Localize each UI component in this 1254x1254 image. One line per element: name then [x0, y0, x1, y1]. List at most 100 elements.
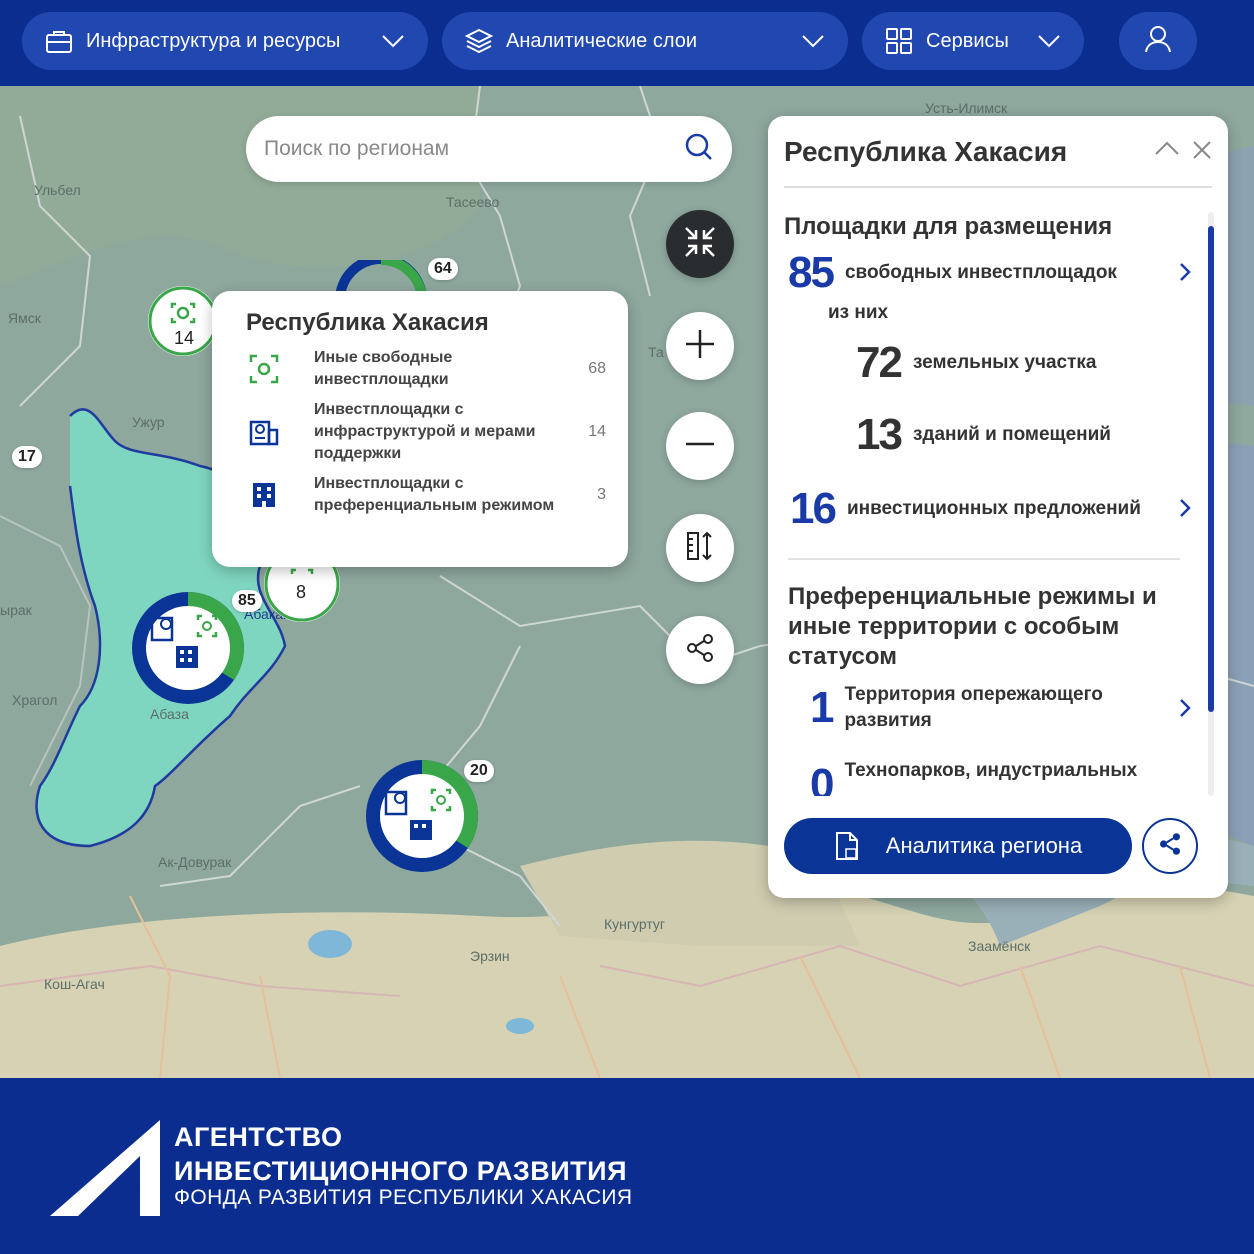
chevron-down-icon [1036, 28, 1062, 54]
document-chart-icon [834, 831, 860, 861]
panel-scroll-area[interactable]: Площадки для размещения 85 свободных инв… [784, 212, 1212, 796]
infrastructure-menu-button[interactable]: Инфраструктура и ресурсы [22, 12, 428, 70]
zoom-out-button[interactable] [666, 412, 734, 480]
collapse-map-button[interactable] [666, 210, 734, 278]
technoparks-count: 0 [810, 760, 835, 796]
cluster-count-badge[interactable]: 17 [12, 446, 42, 468]
chevron-right-icon [1178, 498, 1198, 518]
plus-icon [684, 328, 716, 365]
search-icon[interactable] [684, 132, 714, 167]
tooltip-row-count: 14 [588, 423, 606, 440]
free-sites-label: свободных инвестплощадок [844, 262, 1117, 283]
tooltip-row-label: Иные свободные инвестплощадки [314, 349, 453, 388]
user-icon [1143, 24, 1173, 59]
agency-logo-icon [50, 1120, 166, 1223]
map-canvas[interactable]: Усть-Илимск Тасеево Ямск Ульбел Ужур ыра… [0, 86, 1254, 1078]
tooltip-row-label: Инвестплощадки с преференциальным режимо… [314, 475, 555, 514]
layers-icon [464, 26, 494, 56]
map-label: Кош-Агач [44, 976, 105, 992]
tooltip-row-count: 68 [588, 360, 606, 377]
services-menu-label: Сервисы [926, 29, 1009, 52]
map-label: Ульбел [34, 182, 81, 198]
cluster-count-badge: 85 [232, 590, 262, 612]
grid-icon [884, 26, 914, 56]
map-label: Тасеево [446, 194, 500, 210]
technoparks-link[interactable]: 0 Технопарков, индустриальных [810, 760, 1198, 796]
share-map-button[interactable] [666, 616, 734, 684]
share-icon [685, 633, 715, 668]
briefcase-icon [44, 26, 74, 56]
agency-name-line3: ФОНДА РАЗВИТИЯ РЕСПУБЛИКИ ХАКАСИЯ [174, 1186, 633, 1209]
tooltip-row: Иные свободные инвестплощадки 68 [246, 347, 606, 391]
share-region-button[interactable] [1142, 818, 1198, 874]
services-menu-button[interactable]: Сервисы [862, 12, 1084, 70]
user-profile-button[interactable] [1119, 12, 1197, 70]
map-label: ырак [0, 602, 32, 618]
map-label: Заамёнск [968, 938, 1031, 954]
buildings-row: 13 зданий и помещений [856, 410, 1111, 460]
chevron-right-icon [1178, 262, 1198, 282]
buildings-label: зданий и помещений [912, 424, 1111, 445]
offers-count: 16 [790, 484, 837, 533]
tooltip-row: Инвестплощадки с инфраструктурой и мерам… [246, 399, 606, 465]
measure-button[interactable] [666, 514, 734, 582]
land-plots-count: 72 [856, 338, 903, 387]
section-title-sites: Площадки для размещения [784, 213, 1113, 240]
footer: АГЕНТСТВО ИНВЕСТИЦИОННОГО РАЗВИТИЯ ФОНДА… [0, 1078, 1254, 1254]
tor-link[interactable]: 1 Территория опережающего развития [810, 682, 1198, 734]
ruler-icon [685, 530, 715, 567]
region-analytics-button[interactable]: Аналитика региона [784, 818, 1132, 874]
region-tooltip: Республика Хакасия Иные свободные инвест… [212, 291, 628, 567]
buildings-count: 13 [856, 410, 903, 459]
analytics-layers-label: Аналитические слои [506, 29, 698, 52]
tooltip-row-count: 3 [597, 486, 606, 503]
top-navigation-bar: Инфраструктура и ресурсы Аналитические с… [0, 0, 1254, 86]
region-search-box[interactable] [246, 116, 732, 182]
chevron-right-icon [1178, 698, 1198, 718]
map-label: Эрзин [470, 948, 510, 964]
share-icon [1158, 832, 1182, 861]
panel-scrollbar-thumb[interactable] [1208, 226, 1214, 712]
technoparks-label: Технопарков, индустриальных [844, 760, 1138, 781]
cluster-count: 8 [296, 582, 307, 602]
offers-label: инвестиционных предложений [846, 498, 1141, 519]
map-label: Усть-Илимск [925, 100, 1008, 116]
tooltip-row-label: Инвестплощадки с инфраструктурой и мерам… [314, 401, 536, 462]
chevron-down-icon [800, 28, 826, 54]
free-sites-count: 85 [788, 248, 835, 297]
cluster-count-badge: 20 [464, 760, 494, 782]
close-icon[interactable] [1192, 140, 1212, 165]
collapse-arrows-icon [683, 225, 717, 264]
panel-scrollbar-track[interactable] [1208, 212, 1214, 796]
cluster-marker-20[interactable] [364, 758, 480, 879]
investment-offers-link[interactable]: 16 инвестиционных предложений [790, 484, 1198, 534]
tor-label: Территория опережающего развития [844, 684, 1103, 731]
map-label: Ак-Довурак [158, 854, 232, 870]
tor-count: 1 [810, 683, 835, 732]
divider [784, 186, 1212, 188]
analytics-layers-menu-button[interactable]: Аналитические слои [442, 12, 848, 70]
free-sites-link[interactable]: 85 свободных инвестплощадок [788, 248, 1198, 298]
tooltip-row: Инвестплощадки с преференциальным режимо… [246, 473, 606, 517]
map-label: Та [648, 344, 664, 360]
region-info-panel: Республика Хакасия Площадки для размещен… [768, 116, 1228, 898]
cluster-count-badge: 64 [428, 258, 458, 280]
section-title-preferential: Преференциальные режимы и иные территори… [788, 583, 1157, 670]
map-label: Храгол [12, 692, 58, 708]
zoom-in-button[interactable] [666, 312, 734, 380]
region-search-input[interactable] [264, 137, 684, 161]
cluster-marker-85[interactable] [130, 590, 246, 711]
chevron-down-icon [380, 28, 406, 54]
cluster-marker-14[interactable]: 14 [146, 284, 220, 363]
cluster-count: 14 [174, 328, 195, 348]
infrastructure-menu-label: Инфраструктура и ресурсы [86, 29, 341, 52]
map-label: Ямск [8, 310, 41, 326]
land-plots-row: 72 земельных участка [856, 338, 1097, 388]
map-label: Кунгуртуг [604, 916, 665, 932]
of-them-label: из них [828, 302, 889, 323]
panel-title: Республика Хакасия [784, 136, 1068, 167]
preferential-site-icon [246, 477, 282, 513]
chevron-up-icon[interactable] [1154, 140, 1180, 161]
agency-name-line1: АГЕНТСТВО [174, 1122, 343, 1152]
infrastructure-site-icon [246, 414, 282, 450]
